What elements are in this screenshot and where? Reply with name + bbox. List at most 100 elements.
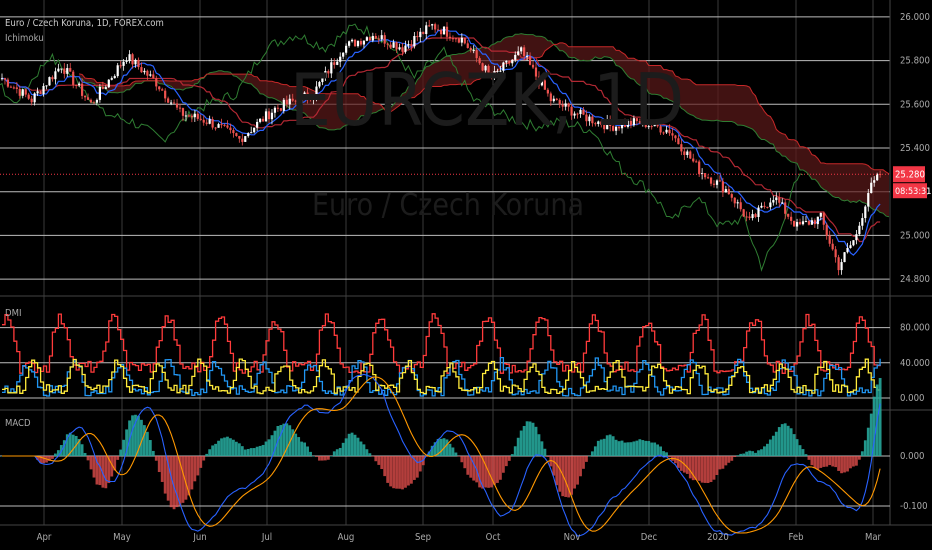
candle-body (772, 200, 775, 203)
macd-histogram-bar (398, 456, 401, 489)
macd-histogram-bar (641, 440, 645, 456)
macd-histogram-bar (869, 413, 873, 456)
candle-body (517, 51, 520, 55)
macd-histogram-bar (608, 434, 612, 456)
macd-histogram-bar (267, 439, 271, 456)
candle-body (12, 87, 15, 89)
x-tick-label: Mar (865, 532, 882, 543)
candle-body (110, 78, 113, 80)
candle-body (9, 86, 12, 88)
macd-histogram-bar (789, 428, 793, 456)
candle-body (775, 197, 778, 201)
countdown-value: 08:53:31 (895, 187, 931, 197)
macd-histogram-bar (217, 440, 220, 456)
macd-histogram-bar (635, 440, 639, 456)
dmi-tick-label: 80.000 (900, 323, 930, 334)
candle-body (24, 89, 27, 95)
candle-body (122, 61, 125, 66)
macd-histogram-bar (825, 456, 829, 467)
candle-body (416, 35, 419, 38)
candle-body (54, 71, 57, 80)
macd-histogram-bar (866, 427, 870, 456)
macd-histogram-bar (362, 444, 366, 456)
x-tick-label: Jun (192, 532, 206, 543)
macd-histogram-bar (496, 456, 499, 483)
candle-body (119, 65, 122, 67)
candle-body (81, 83, 84, 96)
macd-histogram-bar (706, 456, 710, 484)
candle-body (834, 249, 837, 258)
macd-histogram-bar (724, 456, 728, 466)
candle-body (380, 35, 383, 40)
macd-histogram-bar (632, 441, 636, 456)
macd-histogram-bar (163, 456, 167, 494)
candle-body (766, 206, 769, 208)
macd-histogram-bar (232, 439, 235, 456)
candle-body (787, 213, 790, 217)
macd-histogram-bar (131, 415, 134, 456)
candle-body (202, 119, 205, 123)
candle-body (813, 220, 816, 225)
candle-body (861, 218, 864, 226)
macd-histogram-bar (700, 456, 704, 483)
macd-histogram-bar (196, 456, 200, 476)
macd-histogram-bar (715, 456, 719, 475)
macd-histogram-bar (564, 456, 568, 497)
x-tick-label: Apr (37, 532, 52, 543)
macd-histogram-bar (849, 456, 852, 469)
y-tick-label: 26.000 (900, 12, 930, 23)
candle-body (754, 214, 757, 218)
macd-histogram-bar (537, 434, 541, 456)
macd-histogram-bar (730, 456, 734, 461)
macd-histogram-bar (332, 451, 336, 456)
macd-histogram-bar (347, 433, 351, 456)
macd-histogram-bar (703, 456, 707, 483)
candle-body (190, 115, 193, 118)
candle-body (220, 124, 223, 126)
candle-body (128, 54, 131, 61)
macd-histogram-bar (439, 438, 443, 456)
candle-body (745, 216, 748, 218)
candle-body (867, 193, 870, 207)
candle-body (401, 47, 404, 52)
candle-body (238, 135, 241, 139)
macd-histogram-bar (777, 427, 781, 456)
candle-body (730, 194, 733, 198)
macd-histogram-bar (638, 439, 642, 456)
macd-histogram-bar (721, 456, 725, 469)
candle-body (739, 202, 742, 210)
candle-body (89, 99, 93, 103)
macd-histogram-bar (748, 450, 751, 456)
candle-body (368, 37, 371, 41)
candle-body (241, 138, 244, 142)
candle-body (784, 202, 787, 214)
candle-body (92, 102, 96, 104)
macd-histogram-bar (727, 456, 731, 463)
y-tick-label: 25.600 (900, 99, 930, 110)
candle-body (359, 41, 363, 45)
macd-histogram-bar (374, 456, 378, 462)
candle-body (448, 36, 452, 39)
candle-body (345, 45, 348, 53)
candle-body (715, 180, 719, 185)
macd-histogram-bar (590, 451, 594, 456)
candle-body (199, 118, 202, 120)
macd-histogram-bar (350, 432, 354, 456)
macd-histogram-bar (122, 439, 126, 456)
candle-body (371, 35, 374, 41)
candle-body (712, 183, 716, 185)
macd-histogram-bar (644, 440, 648, 456)
candle-body (757, 207, 760, 218)
candle-body (348, 41, 351, 46)
macd-histogram-bar (742, 453, 746, 456)
candle-body (810, 220, 813, 225)
macd-histogram-bar (261, 444, 265, 456)
macd-histogram-bar (54, 453, 57, 456)
candle-body (158, 86, 161, 90)
candle-body (840, 262, 843, 271)
macd-histogram-bar (309, 451, 312, 456)
macd-histogram-bar (576, 456, 579, 485)
macd-histogram-bar (623, 442, 627, 456)
candle-body (69, 68, 72, 72)
macd-histogram-bar (697, 456, 701, 481)
